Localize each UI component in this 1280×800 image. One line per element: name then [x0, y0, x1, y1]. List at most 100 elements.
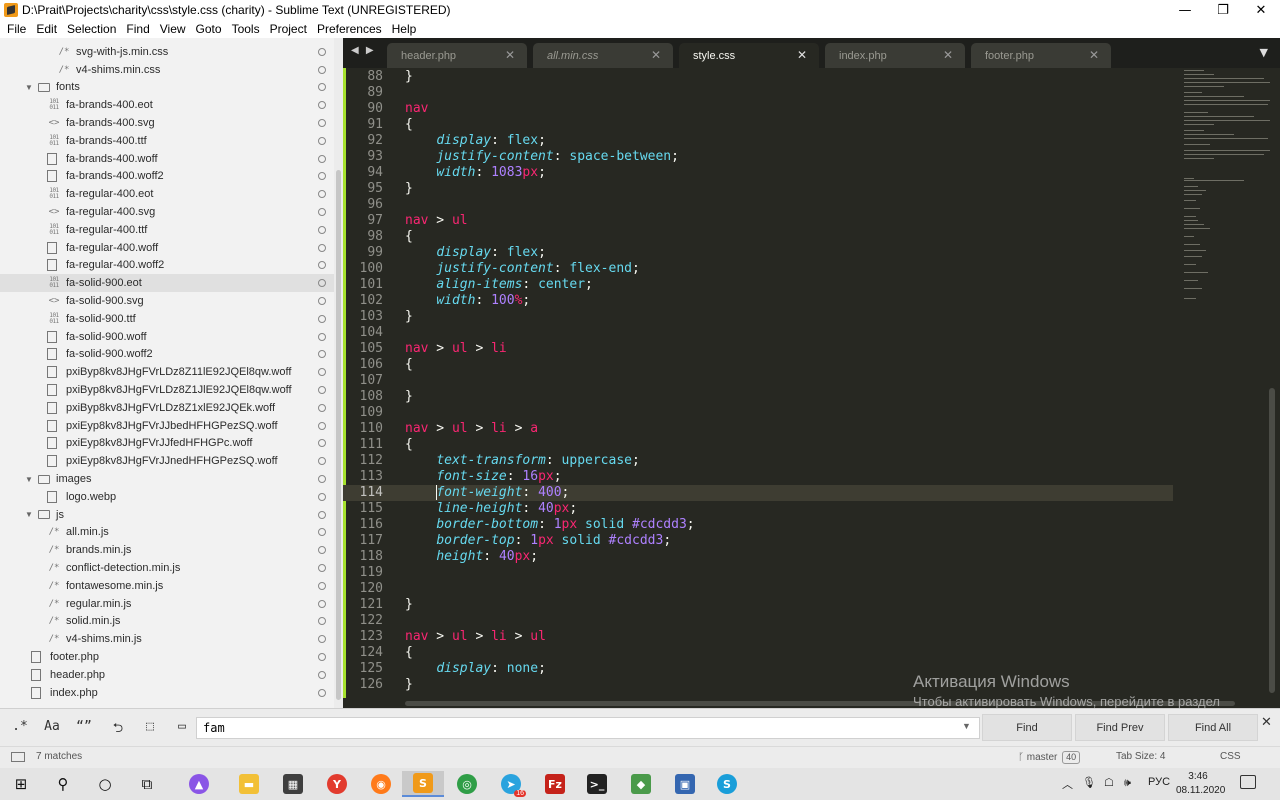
tab-close-icon[interactable]: ✕ — [797, 48, 807, 62]
git-branch[interactable]: ᚴ master 40 — [1018, 751, 1081, 764]
find-all-button[interactable]: Find All — [1168, 714, 1258, 741]
file-row[interactable]: fa-solid-900.woff2 — [0, 346, 334, 364]
telegram-icon[interactable]: ➤ 16 — [490, 771, 532, 797]
git-icon[interactable]: ◆ — [620, 771, 662, 797]
code-line[interactable]: 95} — [343, 181, 1173, 197]
tab-close-icon[interactable]: ✕ — [505, 48, 515, 62]
tab-all-min-css[interactable]: all.min.css ✕ — [533, 43, 673, 68]
sublime-text-icon[interactable]: S — [402, 771, 444, 797]
cortana-icon[interactable]: ○ — [84, 771, 126, 797]
alice-icon[interactable]: ▲ — [178, 771, 220, 797]
input-language[interactable]: РУС — [1148, 776, 1170, 788]
in-selection-toggle[interactable]: ⬚ — [138, 719, 162, 737]
tray-chevron-icon[interactable]: ︿ — [1062, 776, 1073, 792]
code-line[interactable]: 102 width: 100%; — [343, 293, 1173, 309]
file-row[interactable]: 101 011 fa-brands-400.eot — [0, 96, 334, 114]
code-line[interactable]: 113 font-size: 16px; — [343, 469, 1173, 485]
find-history-dropdown-icon[interactable]: ▼ — [962, 721, 971, 731]
code-line[interactable]: 88} — [343, 69, 1173, 85]
code-line[interactable]: 98 { — [343, 229, 1173, 245]
code-line[interactable]: 106 { — [343, 357, 1173, 373]
sidebar-scroll-thumb[interactable] — [336, 170, 341, 700]
code-line[interactable]: 99 display: flex; — [343, 245, 1173, 261]
file-row[interactable]: pxiByp8kv8JHgFVrLDz8Z1xlE92JQEk.woff — [0, 399, 334, 417]
file-row[interactable]: /* v4-shims.min.css — [0, 61, 334, 79]
tab-index-php[interactable]: index.php ✕ — [825, 43, 965, 68]
task-view-icon[interactable]: ⧉ — [126, 771, 168, 797]
file-row[interactable]: fa-solid-900.woff — [0, 328, 334, 346]
filezilla-icon[interactable]: Fz — [534, 771, 576, 797]
file-row[interactable]: /* solid.min.js — [0, 613, 334, 631]
network-icon[interactable]: ☖ — [1104, 776, 1114, 789]
file-row[interactable]: footer.php — [0, 648, 334, 666]
tab-list-dropdown-icon[interactable]: ▼ — [1260, 46, 1268, 59]
whole-word-toggle[interactable]: “” — [72, 719, 96, 737]
code-line[interactable]: 104 — [343, 325, 1173, 341]
file-row[interactable]: pxiByp8kv8JHgFVrLDz8Z1JlE92JQEl8qw.woff — [0, 381, 334, 399]
code-line[interactable]: 109 — [343, 405, 1173, 421]
folder-row[interactable]: ▼ fonts — [0, 79, 334, 97]
menu-edit[interactable]: Edit — [31, 22, 62, 36]
tab-close-icon[interactable]: ✕ — [651, 48, 661, 62]
minimap[interactable] — [1178, 68, 1270, 308]
chrome-icon[interactable]: ◎ — [446, 771, 488, 797]
tab-header-php[interactable]: header.php ✕ — [387, 43, 527, 68]
menu-project[interactable]: Project — [265, 22, 312, 36]
file-row[interactable]: index.php — [0, 684, 334, 702]
menu-view[interactable]: View — [155, 22, 191, 36]
microphone-icon[interactable]: 🎙 — [1082, 776, 1096, 789]
file-row[interactable]: 101 011 fa-solid-900.eot — [0, 274, 334, 293]
file-explorer-icon[interactable]: ▬ — [228, 771, 270, 797]
menu-find[interactable]: Find — [121, 22, 154, 36]
file-row[interactable]: pxiEyp8kv8JHgFVrJJfedHFHGPc.woff — [0, 435, 334, 453]
menu-goto[interactable]: Goto — [191, 22, 227, 36]
wrap-toggle[interactable]: ⮌ — [106, 719, 130, 737]
code-line[interactable]: 105 nav > ul > li — [343, 341, 1173, 357]
file-row[interactable]: /* regular.min.js — [0, 595, 334, 613]
code-line[interactable]: 101 align-items: center; — [343, 277, 1173, 293]
folder-row[interactable]: ▼ images — [0, 470, 334, 488]
folder-row[interactable]: ▼ js — [0, 506, 334, 524]
file-row[interactable]: fa-brands-400.woff — [0, 150, 334, 168]
find-close-icon[interactable]: ✕ — [1261, 715, 1272, 730]
code-line[interactable]: 121} — [343, 597, 1173, 613]
file-row[interactable]: 101 011 fa-brands-400.ttf — [0, 132, 334, 150]
menu-help[interactable]: Help — [387, 22, 422, 36]
current-code-line[interactable]: 114 font-weight: 400; — [343, 485, 1173, 501]
file-row[interactable]: 101 011 fa-regular-400.eot — [0, 185, 334, 203]
case-toggle[interactable]: Aa — [40, 719, 64, 737]
editor-vertical-scrollbar[interactable] — [1269, 388, 1275, 693]
start-button[interactable]: ⊞ — [0, 771, 42, 797]
file-row[interactable]: <> fa-regular-400.svg — [0, 203, 334, 221]
tab-close-icon[interactable]: ✕ — [1089, 48, 1099, 62]
clock[interactable]: 3:46 08.11.2020 — [1176, 770, 1225, 798]
code-line[interactable]: 112 text-transform: uppercase; — [343, 453, 1173, 469]
code-line[interactable]: 93 justify-content: space-between; — [343, 149, 1173, 165]
code-line[interactable]: 118 height: 40px; — [343, 549, 1173, 565]
expand-arrow-icon[interactable]: ▼ — [25, 83, 33, 92]
expand-arrow-icon[interactable]: ▼ — [25, 510, 33, 519]
sidebar-scrollbar[interactable] — [334, 38, 343, 708]
code-line[interactable]: 90 nav — [343, 101, 1173, 117]
code-line[interactable]: 100 justify-content: flex-end; — [343, 261, 1173, 277]
file-row[interactable]: 101 011 fa-regular-400.ttf — [0, 221, 334, 239]
code-line[interactable]: 96 — [343, 197, 1173, 213]
yandex-browser-icon[interactable]: Y — [316, 771, 358, 797]
code-line[interactable]: 116 border-bottom: 1px solid #cdcdd3; — [343, 517, 1173, 533]
file-row[interactable]: /* all.min.js — [0, 524, 334, 542]
code-line[interactable]: 110 nav > ul > li > a — [343, 421, 1173, 437]
menu-file[interactable]: File — [2, 22, 31, 36]
code-line[interactable]: 108} — [343, 389, 1173, 405]
network-app-icon[interactable]: ▣ — [664, 771, 706, 797]
tab-size-selector[interactable]: Tab Size: 4 — [1116, 751, 1165, 762]
tab-style-css[interactable]: style.css ✕ — [679, 43, 819, 68]
file-row[interactable]: fa-regular-400.woff — [0, 239, 334, 257]
tab-footer-php[interactable]: footer.php ✕ — [971, 43, 1111, 68]
toggle-panel-icon[interactable] — [11, 752, 25, 762]
code-line[interactable]: 89 — [343, 85, 1173, 101]
code-line[interactable]: 120 — [343, 581, 1173, 597]
skype-icon[interactable]: S — [706, 771, 748, 797]
code-line[interactable]: 111 { — [343, 437, 1173, 453]
code-line[interactable]: 123 nav > ul > li > ul — [343, 629, 1173, 645]
find-input[interactable]: fam — [196, 717, 980, 739]
